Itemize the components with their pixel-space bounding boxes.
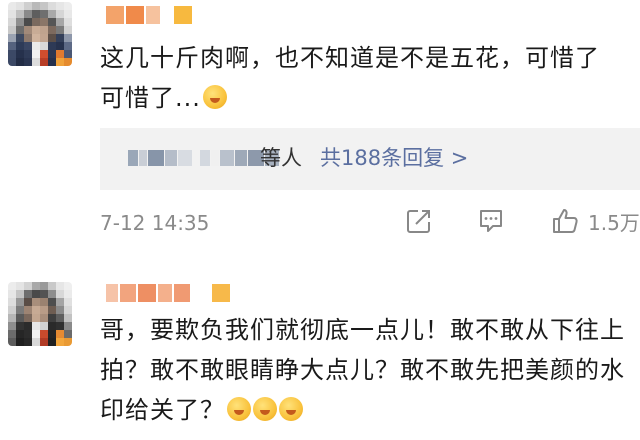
- view-replies-link[interactable]: 共188条回复 >: [320, 142, 468, 174]
- comment-icon[interactable]: [476, 206, 506, 236]
- username[interactable]: [106, 284, 230, 302]
- avatar[interactable]: [8, 282, 72, 346]
- comment-text: 哥，要欺负我们就彻底一点儿！敢不敢从下往上拍？敢不敢眼睛睁大点儿？敢不敢先把美颜…: [100, 316, 625, 424]
- cover-face-emoji: [253, 397, 277, 421]
- comment-item: 这几十斤肉啊，也不知道是不是五花，可惜了 可惜了... 等人 共188条回复 >…: [0, 0, 640, 258]
- share-icon[interactable]: [404, 206, 434, 236]
- reply-preview[interactable]: 等人 共188条回复 >: [100, 128, 640, 190]
- cover-face-emoji: [279, 397, 303, 421]
- like-count: 1.5万: [588, 211, 640, 235]
- yum-emoji: [202, 85, 227, 109]
- thumbs-up-icon[interactable]: [550, 206, 580, 236]
- blurred-replier-names: [128, 150, 192, 166]
- cover-face-emoji: [227, 397, 251, 421]
- username[interactable]: [106, 6, 192, 24]
- reply-preview-suffix: 等人: [260, 146, 302, 170]
- comment-text: 这几十斤肉啊，也不知道是不是五花，可惜了 可惜了...: [100, 44, 609, 112]
- comment-meta: 7-12 14:35 1.5万: [100, 206, 640, 240]
- avatar[interactable]: [8, 2, 72, 66]
- comment-item: 哥，要欺负我们就彻底一点儿！敢不敢从下往上拍？敢不敢眼睛睁大点儿？敢不敢先把美颜…: [0, 268, 640, 440]
- comment-time: 7-12 14:35: [100, 211, 210, 235]
